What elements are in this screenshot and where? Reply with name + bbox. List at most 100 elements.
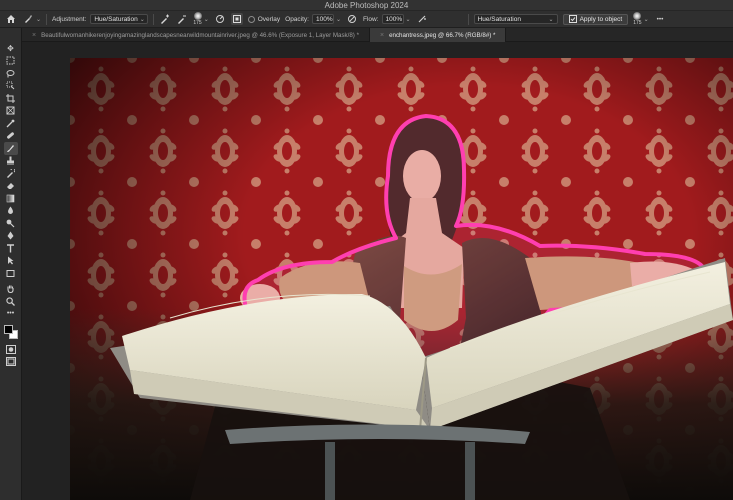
opacity-input[interactable]: 100% bbox=[311, 14, 334, 24]
chevron-down-icon: ⌄ bbox=[139, 16, 145, 23]
brush-mode-normal[interactable] bbox=[159, 13, 171, 25]
opacity-group: Opacity: 100% ⌄ bbox=[285, 14, 341, 24]
crop-tool[interactable] bbox=[4, 92, 18, 105]
crop-icon bbox=[6, 93, 15, 103]
object-select-icon bbox=[6, 81, 15, 90]
image-canvas[interactable] bbox=[70, 58, 733, 500]
more-options-button[interactable]: ••• bbox=[657, 16, 664, 23]
app-title: Adobe Photoshop 2024 bbox=[324, 1, 409, 10]
document-tab-bar: × Beautifulwomanhikerenjoyingamazingland… bbox=[22, 28, 733, 42]
adjustment-select[interactable]: Hue/Saturation ⌄ bbox=[90, 14, 149, 24]
brush-icon bbox=[7, 144, 14, 152]
more-tools-button[interactable]: ••• bbox=[4, 308, 18, 321]
document-tab-active[interactable]: × enchantress.jpeg @ 66.7% (RGB/8#) * bbox=[369, 28, 507, 42]
gradient-tool[interactable] bbox=[4, 192, 18, 205]
ellipsis-icon: ••• bbox=[6, 310, 15, 318]
lasso-tool[interactable] bbox=[4, 67, 18, 80]
home-icon bbox=[5, 13, 17, 25]
right-brush-size-picker[interactable]: 175 bbox=[633, 12, 642, 26]
pen-tool[interactable] bbox=[4, 230, 18, 243]
brush-preview-icon bbox=[633, 12, 642, 20]
eraser-tool[interactable] bbox=[4, 180, 18, 193]
adjustment-group: Adjustment: Hue/Saturation ⌄ bbox=[52, 14, 149, 24]
chevron-down-icon: ⌄ bbox=[643, 16, 649, 23]
tool-preset-picker[interactable]: ⌄ bbox=[22, 13, 41, 25]
eyedropper-tool[interactable] bbox=[4, 117, 18, 130]
overlay-icon bbox=[231, 13, 243, 25]
overlay-toggle-button[interactable] bbox=[230, 13, 243, 25]
zoom-tool[interactable] bbox=[4, 295, 18, 308]
apply-button-label: Apply to object bbox=[579, 15, 623, 23]
hand-icon bbox=[7, 285, 14, 294]
close-icon[interactable]: × bbox=[380, 32, 384, 39]
brush-size-picker[interactable]: 175 bbox=[193, 12, 202, 26]
apply-button-body: Apply to object bbox=[562, 13, 629, 25]
shape-tool[interactable] bbox=[4, 267, 18, 280]
frame-tool[interactable] bbox=[4, 105, 18, 118]
type-tool[interactable] bbox=[4, 242, 18, 255]
healing-tool[interactable] bbox=[4, 130, 18, 143]
bandage-icon bbox=[7, 132, 14, 139]
overlay-option[interactable]: Overlay bbox=[247, 15, 281, 23]
opacity-label: Opacity: bbox=[285, 15, 309, 23]
screen-mode-icon bbox=[5, 357, 16, 367]
canvas-image bbox=[70, 58, 733, 500]
home-button[interactable] bbox=[5, 13, 17, 25]
chevron-down-icon: ⌄ bbox=[548, 16, 554, 23]
document-workspace bbox=[22, 42, 733, 500]
hand-tool[interactable] bbox=[4, 283, 18, 296]
brush-add-icon bbox=[159, 13, 171, 25]
dodge-tool[interactable] bbox=[4, 217, 18, 230]
stamp-icon bbox=[7, 156, 14, 165]
brush-size-value: 175 bbox=[193, 20, 202, 26]
divider bbox=[153, 13, 155, 25]
path-select-tool[interactable] bbox=[4, 255, 18, 268]
blur-tool[interactable] bbox=[4, 205, 18, 218]
brush-subtract-icon bbox=[176, 13, 188, 25]
arrow-icon bbox=[8, 256, 14, 265]
adjustment-label: Adjustment: bbox=[52, 15, 87, 23]
more-icon: ••• bbox=[656, 15, 664, 23]
color-swatches[interactable] bbox=[3, 324, 19, 340]
flow-input[interactable]: 100% bbox=[381, 14, 404, 24]
adjustment-brush-icon bbox=[22, 13, 34, 25]
chevron-down-icon: ⌄ bbox=[36, 16, 42, 23]
screen-mode-button[interactable] bbox=[4, 356, 18, 369]
brush-settings-button[interactable] bbox=[214, 13, 226, 25]
apply-to-object-button[interactable]: Apply to object bbox=[562, 13, 629, 25]
brush-preview-icon bbox=[193, 12, 202, 20]
chevron-down-icon[interactable]: ⌄ bbox=[406, 16, 411, 23]
type-icon bbox=[7, 244, 14, 253]
opacity-value: 100% bbox=[315, 15, 333, 23]
foreground-color[interactable] bbox=[3, 325, 13, 334]
move-tool[interactable]: ✥ bbox=[4, 42, 18, 55]
lasso-icon bbox=[6, 69, 15, 78]
pressure-opacity-button[interactable] bbox=[346, 13, 358, 25]
divider bbox=[467, 13, 469, 25]
eyedropper-icon bbox=[6, 119, 15, 128]
clone-stamp-tool[interactable] bbox=[4, 155, 18, 168]
document-tab[interactable]: × Beautifulwomanhikerenjoyingamazingland… bbox=[22, 28, 370, 42]
adjustment-value: Hue/Saturation bbox=[94, 15, 138, 23]
marquee-tool[interactable] bbox=[4, 55, 18, 68]
airbrush-icon bbox=[416, 13, 428, 25]
apply-icon bbox=[568, 15, 577, 23]
overlay-label: Overlay bbox=[257, 15, 281, 23]
brush-mode-subtract[interactable] bbox=[176, 13, 188, 25]
title-bar: Adobe Photoshop 2024 bbox=[0, 0, 733, 11]
options-bar: ⌄ Adjustment: Hue/Saturation ⌄ 175 ⌄ Ove… bbox=[0, 11, 733, 28]
right-adjustment-select[interactable]: Hue/Saturation ⌄ bbox=[473, 14, 558, 24]
chevron-down-icon[interactable]: ⌄ bbox=[336, 16, 341, 23]
airbrush-button[interactable] bbox=[416, 13, 428, 25]
quick-mask-button[interactable] bbox=[4, 343, 18, 356]
brush-tool[interactable] bbox=[3, 142, 18, 155]
divider bbox=[46, 13, 48, 25]
eraser-icon bbox=[7, 183, 14, 190]
close-icon[interactable]: × bbox=[32, 32, 36, 39]
dodge-icon bbox=[6, 219, 15, 228]
history-brush-tool[interactable] bbox=[4, 167, 18, 180]
pen-icon bbox=[7, 231, 14, 240]
rectangle-icon bbox=[6, 269, 15, 277]
overlay-radio[interactable] bbox=[247, 15, 255, 23]
object-select-tool[interactable] bbox=[4, 80, 18, 93]
